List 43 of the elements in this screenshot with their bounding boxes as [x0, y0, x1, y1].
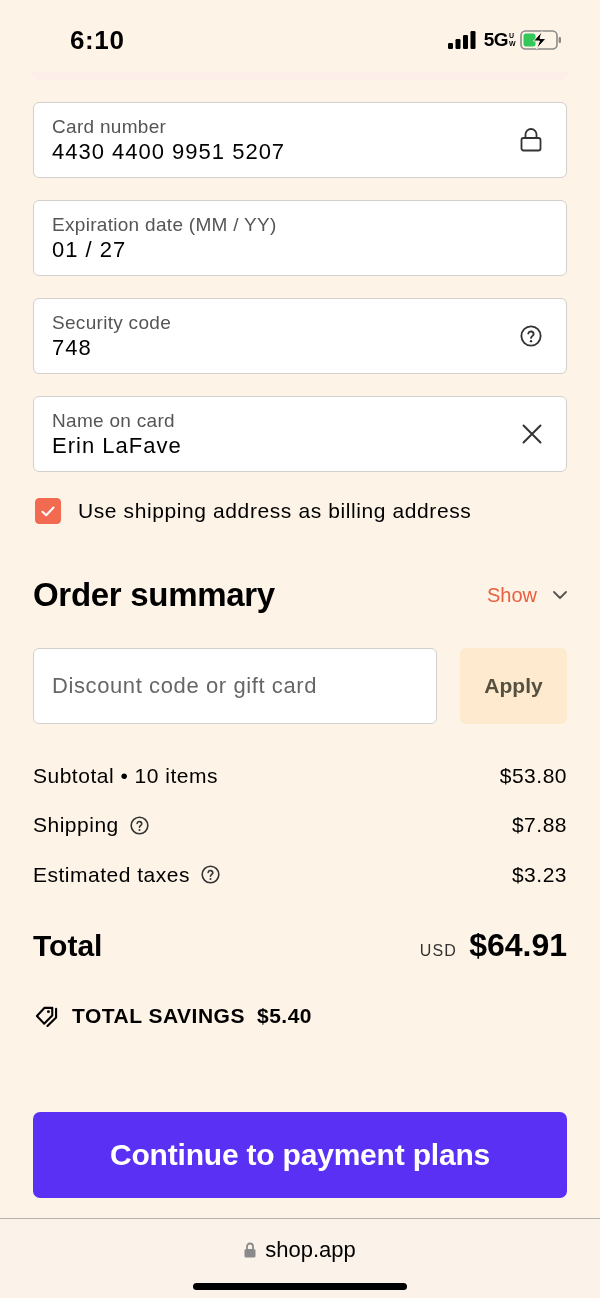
field-label: Name on card: [52, 409, 176, 432]
discount-code-field[interactable]: Discount code or gift card: [33, 648, 437, 724]
checkbox-label: Use shipping address as billing address: [78, 499, 472, 523]
apply-button[interactable]: Apply: [460, 648, 567, 724]
currency-code: USD: [419, 942, 458, 960]
total-amount: $64.91: [469, 927, 567, 964]
field-label: Card number: [52, 115, 168, 138]
line-amount: $7.88: [511, 813, 567, 838]
card-number-field[interactable]: Card number 4430 4400 9951 5207: [33, 102, 567, 178]
line-amount: $3.23: [511, 862, 567, 887]
price-tag-icon: [34, 1004, 59, 1027]
checkbox[interactable]: [35, 498, 61, 524]
name-field[interactable]: Name on card Erin LaFave: [33, 396, 567, 472]
signal-bars-icon: [447, 31, 476, 49]
savings-label: TOTAL SAVINGS: [72, 1003, 245, 1028]
chevron-down-icon: [553, 591, 567, 599]
clock-time: 6:10: [70, 24, 125, 56]
help-icon[interactable]: [200, 865, 220, 885]
help-icon[interactable]: [129, 815, 149, 835]
security-code-field[interactable]: Security code 748: [33, 298, 567, 374]
network-label: 5G: [483, 29, 508, 51]
section-heading: Order summary: [33, 576, 275, 614]
field-label: Security code: [52, 311, 171, 334]
lock-icon: [520, 128, 542, 152]
line-label: Estimated taxes: [33, 862, 190, 887]
url-text[interactable]: shop.app: [265, 1236, 356, 1263]
field-value: 4430 4400 9951 5207: [52, 138, 286, 165]
battery-charging-icon: [520, 30, 562, 50]
help-icon[interactable]: [520, 324, 542, 348]
field-value: 01 / 27: [52, 236, 128, 263]
field-value: 748: [52, 334, 93, 361]
line-label: Shipping: [33, 813, 119, 838]
savings-amount: $5.40: [256, 1003, 313, 1028]
checkmark-icon: [41, 505, 55, 517]
total-label: Total: [33, 928, 103, 963]
line-label: Subtotal • 10 items: [33, 763, 218, 788]
lock-icon: [244, 1241, 257, 1258]
close-icon[interactable]: [522, 424, 542, 444]
line-amount: $53.80: [499, 763, 567, 788]
field-label: Expiration date (MM / YY): [52, 213, 277, 236]
field-value: Erin LaFave: [52, 432, 182, 459]
continue-button[interactable]: Continue to payment plans: [33, 1111, 567, 1198]
text-field[interactable]: Expiration date (MM / YY) 01 / 27: [33, 200, 567, 276]
